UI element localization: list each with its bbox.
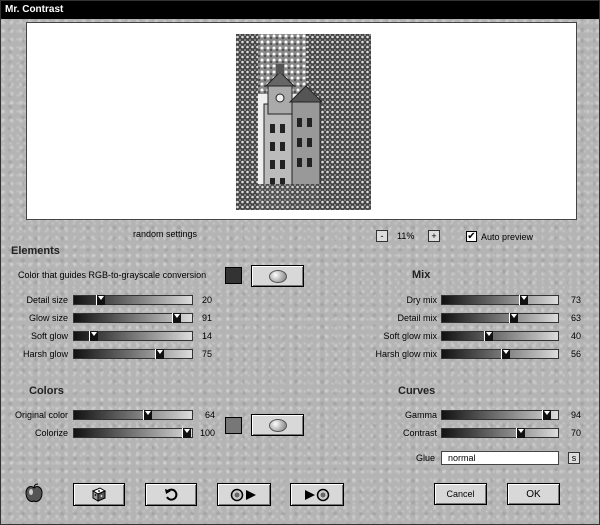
next-preset-button[interactable] — [290, 483, 344, 506]
slider-track[interactable] — [441, 428, 559, 438]
elements-heading: Elements — [11, 245, 60, 257]
cancel-button[interactable]: Cancel — [434, 483, 487, 505]
colors-heading: Colors — [29, 385, 64, 397]
slider-thumb[interactable] — [182, 428, 191, 438]
slider-label: Detail mix — [397, 313, 437, 323]
undo-button[interactable] — [145, 483, 197, 506]
slider-track[interactable] — [441, 331, 559, 341]
colorize-color-picker-button[interactable] — [251, 414, 304, 436]
slider-value: 91 — [201, 313, 212, 323]
zoom-in-button[interactable]: + — [428, 230, 440, 242]
slider-label: Gamma — [404, 410, 437, 420]
slider-value: 64 — [204, 410, 215, 420]
slider-thumb[interactable] — [519, 295, 528, 305]
slider-value: 14 — [201, 331, 212, 341]
slider-thumb[interactable] — [96, 295, 105, 305]
slider-track[interactable] — [441, 349, 559, 359]
mr-contrast-window: Mr. Contrast random settings - 11% + ✔ A… — [0, 0, 600, 525]
slider-label: Harsh glow mix — [375, 349, 437, 359]
slider-label: Contrast — [402, 428, 437, 438]
random-settings-link[interactable]: random settings — [133, 229, 197, 239]
slider-value: 63 — [570, 313, 581, 323]
slider-value: 20 — [201, 295, 212, 305]
play-back-icon — [230, 488, 256, 501]
dice-icon — [91, 487, 107, 502]
slider-thumb[interactable] — [89, 331, 98, 341]
apple-icon — [23, 483, 45, 505]
slider-value: 100 — [199, 428, 215, 438]
mix-heading: Mix — [412, 269, 431, 281]
grayscale-color-picker-button[interactable] — [251, 265, 304, 287]
glue-select[interactable]: normal — [441, 451, 559, 465]
undo-icon — [165, 488, 178, 501]
slider-label: Soft glow mix — [383, 331, 437, 341]
slider-track[interactable] — [73, 410, 193, 420]
gem-icon — [268, 269, 287, 283]
slider-thumb[interactable] — [542, 410, 551, 420]
zoom-out-button[interactable]: - — [376, 230, 388, 242]
colorize-color-swatch[interactable] — [225, 417, 242, 434]
slider-track[interactable] — [73, 313, 193, 323]
curves-heading: Curves — [398, 385, 436, 397]
auto-preview-checkbox[interactable]: ✔ — [466, 231, 477, 242]
slider-thumb[interactable] — [484, 331, 493, 341]
slider-value: 70 — [570, 428, 581, 438]
slider-label: Glow size — [28, 313, 68, 323]
slider-track[interactable] — [441, 410, 559, 420]
slider-thumb[interactable] — [509, 313, 518, 323]
slider-label: Harsh glow — [22, 349, 68, 359]
slider-track[interactable] — [73, 331, 193, 341]
slider-value: 94 — [570, 410, 581, 420]
slider-thumb[interactable] — [516, 428, 525, 438]
slider-thumb[interactable] — [155, 349, 164, 359]
preview-image — [236, 34, 371, 211]
slider-label: Detail size — [26, 295, 68, 305]
slider-track[interactable] — [441, 295, 559, 305]
randomize-button[interactable] — [73, 483, 125, 506]
slider-value: 56 — [570, 349, 581, 359]
play-forward-icon — [305, 488, 330, 501]
color-guide-label: Color that guides RGB-to-grayscale conve… — [18, 270, 207, 280]
slider-track[interactable] — [73, 349, 193, 359]
slider-track[interactable] — [441, 313, 559, 323]
slider-label: Soft glow — [30, 331, 68, 341]
auto-preview-label: Auto preview — [481, 232, 534, 242]
slider-value: 75 — [201, 349, 212, 359]
zoom-level: 11% — [397, 231, 415, 241]
slider-track[interactable] — [73, 428, 193, 438]
previous-preset-button[interactable] — [217, 483, 271, 506]
ok-button[interactable]: OK — [507, 483, 560, 505]
gem-icon — [268, 418, 287, 432]
slider-label: Colorize — [34, 428, 68, 438]
slider-value: 73 — [570, 295, 581, 305]
glue-s-button[interactable]: s — [568, 452, 580, 464]
preview-area[interactable] — [26, 22, 577, 220]
slider-thumb[interactable] — [143, 410, 152, 420]
window-title: Mr. Contrast — [1, 1, 599, 19]
slider-label: Dry mix — [406, 295, 438, 305]
grayscale-color-swatch[interactable] — [225, 267, 242, 284]
glue-label: Glue — [416, 453, 436, 463]
slider-track[interactable] — [73, 295, 193, 305]
slider-thumb[interactable] — [501, 349, 510, 359]
slider-value: 40 — [570, 331, 581, 341]
slider-label: Original color — [14, 410, 68, 420]
slider-thumb[interactable] — [172, 313, 181, 323]
